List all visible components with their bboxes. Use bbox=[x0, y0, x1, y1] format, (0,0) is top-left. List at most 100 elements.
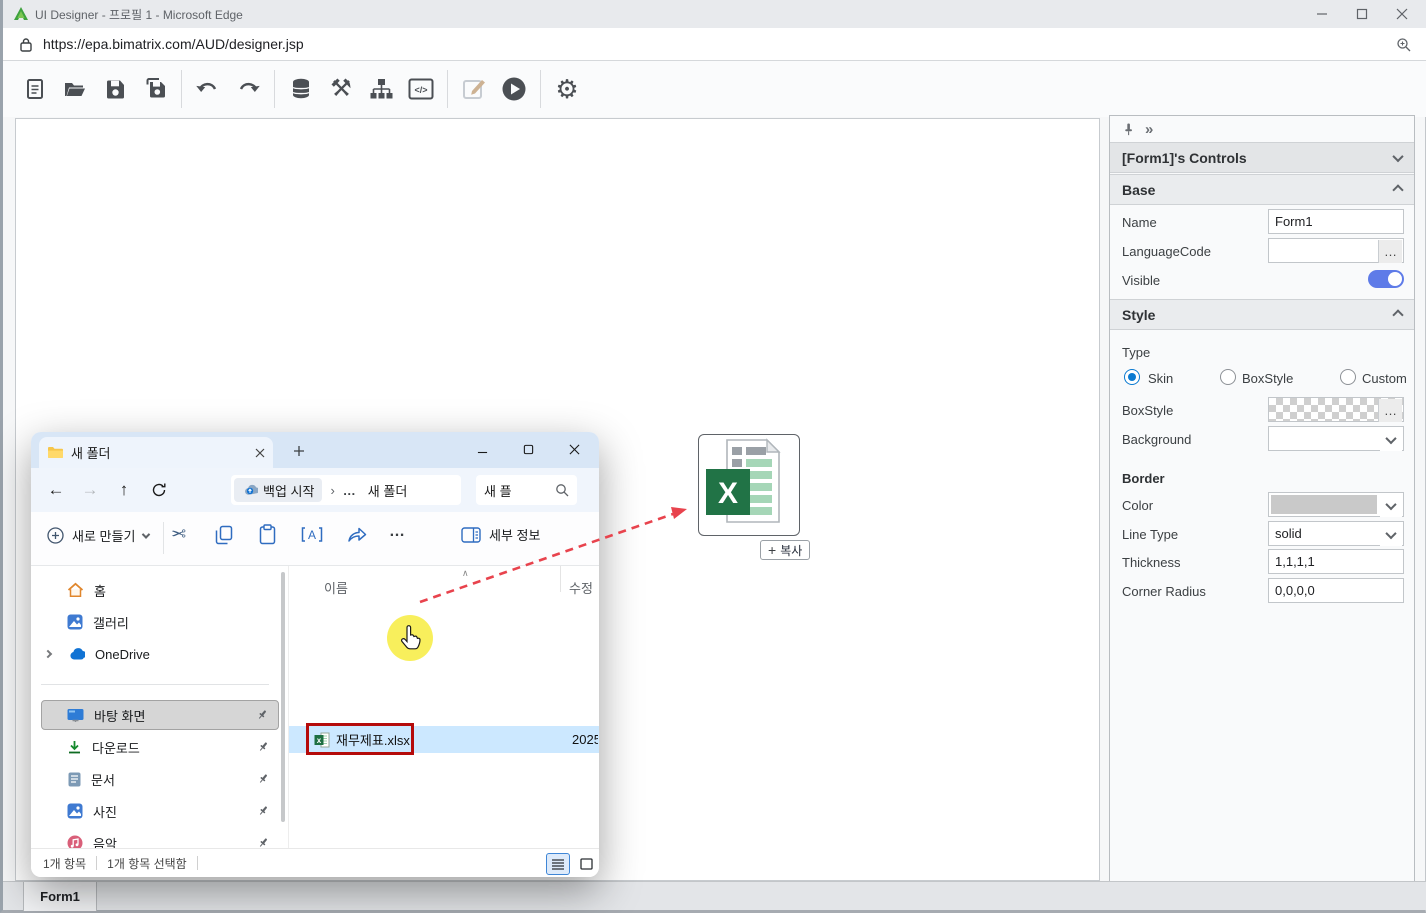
radio-skin[interactable] bbox=[1124, 369, 1140, 385]
redo-icon[interactable] bbox=[228, 71, 268, 107]
lock-icon[interactable] bbox=[19, 37, 33, 52]
boxstyle-swatch[interactable]: … bbox=[1268, 397, 1404, 422]
copy-badge-label: 복사 bbox=[780, 542, 802, 559]
column-separator[interactable] bbox=[560, 566, 561, 592]
copy-icon[interactable] bbox=[215, 525, 233, 550]
onedrive-backup-badge[interactable]: 백업 시작 bbox=[234, 478, 322, 502]
name-input[interactable] bbox=[1268, 209, 1404, 234]
sidebar-item-documents[interactable]: 문서 bbox=[41, 764, 279, 794]
url-text[interactable]: https://epa.bimatrix.com/AUD/designer.js… bbox=[43, 36, 304, 52]
plus-icon: + bbox=[768, 542, 776, 558]
line-type-select[interactable]: solid bbox=[1268, 521, 1404, 546]
excel-drop-target[interactable]: X bbox=[698, 434, 800, 536]
tab-form1[interactable]: Form1 bbox=[23, 882, 97, 911]
visible-toggle[interactable] bbox=[1368, 270, 1404, 288]
sidebar-scrollbar[interactable] bbox=[281, 572, 285, 822]
home-icon bbox=[67, 582, 84, 598]
forward-icon[interactable]: → bbox=[73, 480, 107, 500]
paste-icon[interactable] bbox=[259, 524, 276, 550]
designer-toolbar: ⚒ </> ⚙ bbox=[3, 61, 1426, 117]
backup-label: 백업 시작 bbox=[263, 481, 314, 500]
new-file-icon[interactable] bbox=[15, 71, 55, 107]
background-dropdown-button[interactable] bbox=[1380, 428, 1402, 451]
explorer-minimize-icon[interactable] bbox=[477, 447, 488, 458]
column-header-modified[interactable]: 수정 bbox=[569, 578, 599, 597]
sidebar-item-onedrive[interactable]: OneDrive bbox=[41, 639, 279, 669]
hand-cursor-icon bbox=[398, 625, 422, 651]
tools-icon[interactable]: ⚒ bbox=[321, 71, 361, 107]
refresh-icon[interactable] bbox=[151, 482, 167, 498]
share-icon[interactable] bbox=[347, 525, 367, 548]
details-pane-button[interactable]: 세부 정보 bbox=[461, 525, 540, 544]
cut-icon[interactable]: ✂ bbox=[171, 524, 186, 545]
explorer-close-icon[interactable] bbox=[569, 444, 580, 455]
undo-icon[interactable] bbox=[188, 71, 228, 107]
maximize-icon[interactable] bbox=[1356, 8, 1368, 20]
run-icon[interactable] bbox=[494, 71, 534, 107]
rename-icon[interactable]: A bbox=[301, 526, 323, 548]
back-icon[interactable]: ← bbox=[39, 480, 73, 500]
corner-radius-input[interactable] bbox=[1268, 578, 1404, 603]
explorer-maximize-icon[interactable] bbox=[523, 444, 534, 455]
explorer-tabstrip: 새 폴더 bbox=[31, 432, 599, 468]
sidebar-item-home[interactable]: 홈 bbox=[41, 575, 279, 605]
border-color-swatch[interactable] bbox=[1268, 492, 1404, 517]
details-view-button[interactable] bbox=[546, 853, 570, 875]
sidebar-item-downloads[interactable]: 다운로드 bbox=[41, 732, 279, 762]
column-header-name[interactable]: 이름 bbox=[324, 578, 348, 597]
up-icon[interactable]: ↑ bbox=[107, 480, 141, 500]
settings-gear-icon[interactable]: ⚙ bbox=[547, 71, 587, 107]
pin-icon[interactable] bbox=[1122, 123, 1135, 136]
sidebar-item-gallery[interactable]: 갤러리 bbox=[41, 607, 279, 637]
database-icon[interactable] bbox=[281, 71, 321, 107]
radio-boxstyle[interactable] bbox=[1220, 369, 1236, 385]
controls-header[interactable]: [Form1]'s Controls bbox=[1110, 142, 1414, 173]
languagecode-browse-button[interactable]: … bbox=[1378, 240, 1402, 263]
sidebar-item-desktop[interactable]: 바탕 화면 bbox=[41, 700, 279, 730]
background-swatch[interactable] bbox=[1268, 426, 1404, 451]
sidebar-item-music[interactable]: 음악 bbox=[41, 828, 279, 848]
minimize-icon[interactable] bbox=[1316, 8, 1328, 20]
style-section-header[interactable]: Style bbox=[1110, 299, 1414, 330]
save-icon[interactable] bbox=[95, 71, 135, 107]
new-tab-icon[interactable] bbox=[293, 445, 305, 457]
languagecode-input[interactable]: … bbox=[1268, 238, 1404, 263]
tab-close-icon[interactable] bbox=[255, 448, 265, 458]
code-window-icon[interactable]: </> bbox=[401, 71, 441, 107]
base-section-header[interactable]: Base bbox=[1110, 174, 1414, 205]
radio-custom[interactable] bbox=[1340, 369, 1356, 385]
edge-urlbar: https://epa.bimatrix.com/AUD/designer.js… bbox=[3, 28, 1426, 61]
more-commands-button[interactable]: … bbox=[389, 523, 405, 541]
thickness-input[interactable] bbox=[1268, 549, 1404, 574]
boxstyle-browse-button[interactable]: … bbox=[1378, 399, 1402, 422]
breadcrumb-ellipsis[interactable]: … bbox=[343, 483, 356, 498]
save-all-icon[interactable] bbox=[135, 71, 175, 107]
svg-text:X: X bbox=[718, 477, 738, 510]
breadcrumb-folder[interactable]: 새 폴더 bbox=[368, 481, 408, 500]
collapse-panel-icon[interactable]: » bbox=[1145, 121, 1153, 138]
explorer-body: 홈 갤러리 OneDrive 바탕 화면 다운로드 bbox=[31, 566, 599, 848]
sidebar-item-pictures[interactable]: 사진 bbox=[41, 796, 279, 826]
icons-view-button[interactable] bbox=[574, 853, 598, 875]
status-item-count: 1개 항목 bbox=[43, 855, 86, 872]
sitemap-icon[interactable] bbox=[361, 71, 401, 107]
breadcrumb[interactable]: 백업 시작 › … 새 폴더 bbox=[231, 475, 461, 505]
search-icon bbox=[555, 483, 569, 497]
explorer-tab[interactable]: 새 폴더 bbox=[39, 437, 273, 468]
desktop-icon bbox=[67, 708, 84, 723]
edit-icon-disabled[interactable] bbox=[454, 71, 494, 107]
line-type-dropdown-button[interactable] bbox=[1380, 523, 1402, 546]
onedrive-sync-icon bbox=[242, 484, 258, 496]
edge-window: UI Designer - 프로필 1 - Microsoft Edge htt… bbox=[0, 0, 1426, 913]
explorer-search-box[interactable]: 새 플 bbox=[476, 475, 577, 505]
pin-icon bbox=[257, 773, 269, 785]
close-icon[interactable] bbox=[1396, 8, 1408, 20]
breadcrumb-chevron-icon: › bbox=[330, 483, 334, 498]
new-item-button[interactable]: 새로 만들기 bbox=[47, 526, 149, 545]
expand-chevron-icon[interactable] bbox=[44, 650, 52, 658]
type-label: Type bbox=[1122, 345, 1150, 360]
explorer-statusbar: 1개 항목 1개 항목 선택함 bbox=[31, 848, 599, 877]
border-color-dropdown-button[interactable] bbox=[1380, 494, 1402, 517]
zoom-page-icon[interactable] bbox=[1396, 37, 1412, 53]
open-file-icon[interactable] bbox=[55, 71, 95, 107]
